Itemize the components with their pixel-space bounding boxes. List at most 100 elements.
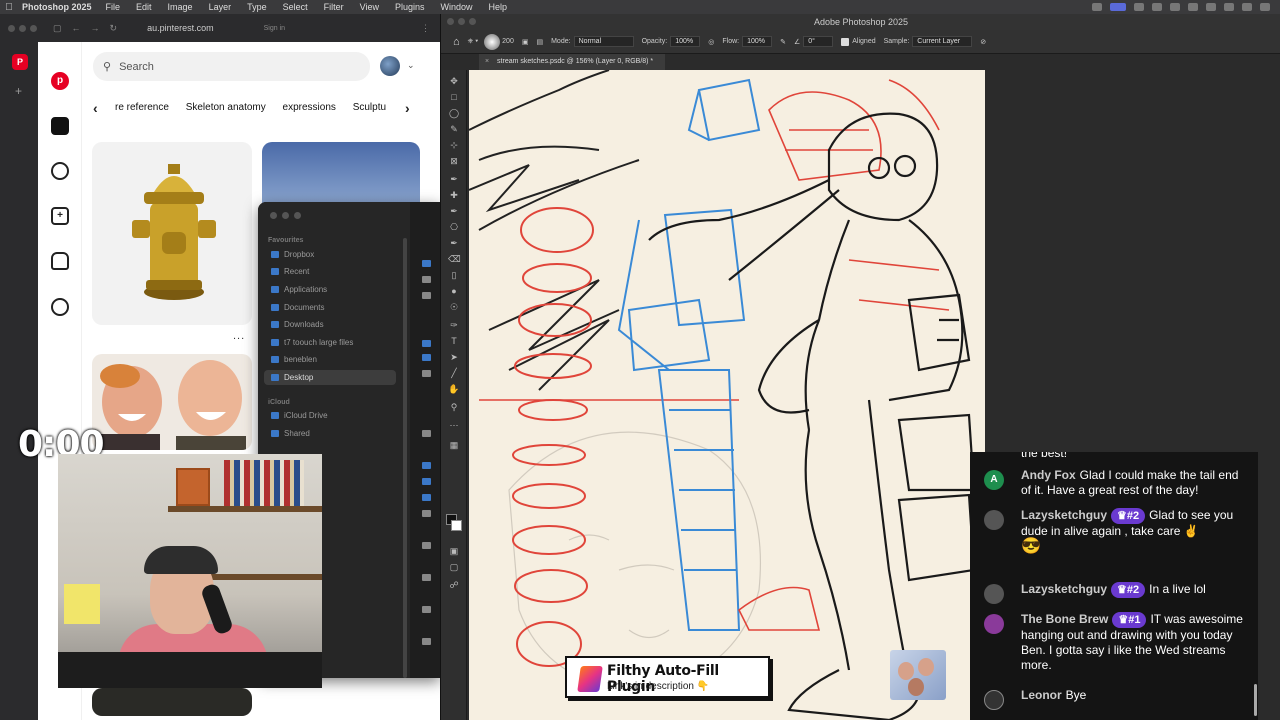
move-tool-icon[interactable]: ✥	[448, 76, 460, 86]
sidebar-toggle-icon[interactable]: ▢	[53, 23, 62, 34]
sidebar-item-home[interactable]: beneblen	[264, 352, 396, 367]
chat-username[interactable]: Andy Fox	[1021, 468, 1076, 482]
tool-preset-icon[interactable]: ⎈ ▾	[468, 38, 479, 46]
line-tool-icon[interactable]: ╱	[448, 368, 460, 378]
messages-icon[interactable]	[51, 298, 69, 316]
file-icon[interactable]	[422, 606, 431, 613]
reload-icon[interactable]: ↻	[110, 23, 118, 34]
object-select-icon[interactable]: ✎	[448, 124, 460, 134]
path-select-icon[interactable]: ➤	[448, 352, 460, 362]
eraser-icon[interactable]: ⌫	[448, 254, 461, 264]
status-icon[interactable]	[1152, 3, 1162, 11]
menubar-app-name[interactable]: Photoshop 2025	[22, 2, 92, 12]
quick-mask-icon[interactable]: ▣	[448, 546, 460, 556]
window-controls[interactable]	[8, 24, 37, 32]
crop-tool-icon[interactable]: ⊹	[448, 140, 460, 150]
chip[interactable]: re reference	[115, 102, 169, 113]
forward-icon[interactable]: →	[91, 23, 100, 34]
blur-tool-icon[interactable]: ●	[448, 286, 460, 296]
sign-in-link[interactable]: Sign in	[264, 25, 285, 32]
folder-icon[interactable]	[422, 354, 431, 361]
status-icon[interactable]	[1242, 3, 1252, 11]
edit-toolbar-icon[interactable]: ▦	[448, 440, 460, 450]
new-tab-icon[interactable]: +	[15, 84, 22, 98]
status-icon[interactable]	[1206, 3, 1216, 11]
finder-scrollbar[interactable]	[403, 238, 407, 678]
pin-card-laughing-faces[interactable]	[92, 354, 252, 450]
menu-plugins[interactable]: Plugins	[395, 2, 425, 12]
pin-card-hydrant[interactable]	[92, 142, 252, 325]
screen-share-icon[interactable]	[1110, 3, 1126, 11]
menu-view[interactable]: View	[360, 2, 379, 12]
sample-select[interactable]: Current Layer	[912, 36, 973, 47]
file-icon[interactable]	[422, 430, 431, 437]
chat-username[interactable]: The Bone Brew	[1021, 612, 1108, 626]
zoom-tool-icon[interactable]: ⚲	[448, 402, 460, 412]
file-icon[interactable]	[422, 510, 431, 517]
aligned-checkbox[interactable]	[841, 37, 850, 46]
opacity-input[interactable]: 100%	[670, 36, 701, 47]
sidebar-item-recent[interactable]: Recent	[264, 264, 396, 279]
clone-source-icon[interactable]: ▤	[536, 38, 543, 46]
chevron-down-icon[interactable]: ⌄	[407, 60, 415, 71]
airbrush-icon[interactable]: ✎	[780, 38, 786, 46]
file-icon[interactable]	[422, 370, 431, 377]
chat-username[interactable]: Leonor	[1021, 688, 1062, 702]
brush-tool-icon[interactable]: ✒	[448, 206, 460, 216]
menu-filter[interactable]: Filter	[324, 2, 344, 12]
hand-tool-icon[interactable]: ✋	[448, 384, 460, 394]
ps-canvas[interactable]	[469, 70, 985, 720]
menu-select[interactable]: Select	[283, 2, 308, 12]
chip[interactable]: Sculptu	[353, 102, 386, 113]
file-icon[interactable]	[422, 542, 431, 549]
status-icon[interactable]	[1170, 3, 1180, 11]
ps-document-tab[interactable]: × stream sketches.psdc @ 156% (Layer 0, …	[479, 54, 666, 70]
sidebar-item-desktop[interactable]: Desktop	[264, 370, 396, 385]
folder-icon[interactable]	[422, 340, 431, 347]
file-icon[interactable]	[422, 638, 431, 645]
share-icon[interactable]: ☍	[448, 580, 460, 590]
folder-icon[interactable]	[422, 462, 431, 469]
chat-scrollbar[interactable]	[1254, 684, 1257, 716]
status-icon[interactable]	[1134, 3, 1144, 11]
status-icon[interactable]	[1224, 3, 1234, 11]
finder-window-controls[interactable]	[270, 212, 301, 219]
chat-username[interactable]: Lazysketchguy	[1021, 582, 1107, 596]
type-tool-icon[interactable]: T	[448, 336, 460, 346]
status-icon[interactable]	[1260, 3, 1270, 11]
mode-select[interactable]: Normal	[573, 36, 634, 47]
file-icon[interactable]	[422, 574, 431, 581]
flow-input[interactable]: 100%	[742, 36, 773, 47]
folder-icon[interactable]	[422, 478, 431, 485]
pinterest-logo-icon[interactable]: p	[51, 72, 69, 90]
close-icon[interactable]: ×	[485, 58, 489, 65]
frame-tool-icon[interactable]: ⊠	[448, 156, 460, 166]
lasso-tool-icon[interactable]: ◯	[448, 108, 460, 118]
apple-icon[interactable]: 	[0, 2, 18, 13]
menu-edit[interactable]: Edit	[136, 2, 152, 12]
history-brush-icon[interactable]: ✒	[448, 238, 460, 248]
sidebar-item-documents[interactable]: Documents	[264, 300, 396, 315]
menu-file[interactable]: File	[106, 2, 121, 12]
dodge-tool-icon[interactable]: ☉	[448, 302, 460, 312]
background-color-swatch[interactable]	[451, 520, 462, 531]
sidebar-item-icloud-drive[interactable]: iCloud Drive	[264, 408, 396, 423]
paint-bucket-icon[interactable]: ▯	[448, 270, 460, 280]
pinterest-tab-icon[interactable]: P	[12, 54, 28, 70]
file-icon[interactable]	[422, 292, 431, 299]
sidebar-item-dropbox[interactable]: Dropbox	[264, 247, 396, 262]
menu-image[interactable]: Image	[168, 2, 193, 12]
chevron-left-icon[interactable]: ‹	[93, 100, 98, 116]
sidebar-item-downloads[interactable]: Downloads	[264, 317, 396, 332]
pressure-opacity-icon[interactable]: ◎	[708, 38, 714, 46]
ps-window-controls[interactable]	[447, 18, 476, 25]
pin-more-options[interactable]: ...	[233, 330, 245, 342]
screen-mode-icon[interactable]: ▢	[448, 562, 460, 572]
angle-input[interactable]: 0°	[803, 36, 834, 47]
menu-layer[interactable]: Layer	[209, 2, 232, 12]
folder-icon[interactable]	[422, 260, 431, 267]
pin-card[interactable]	[92, 688, 252, 716]
search-input[interactable]: ⚲ Search	[93, 52, 370, 81]
chat-username[interactable]: Lazysketchguy	[1021, 508, 1107, 522]
avatar[interactable]	[380, 56, 400, 76]
